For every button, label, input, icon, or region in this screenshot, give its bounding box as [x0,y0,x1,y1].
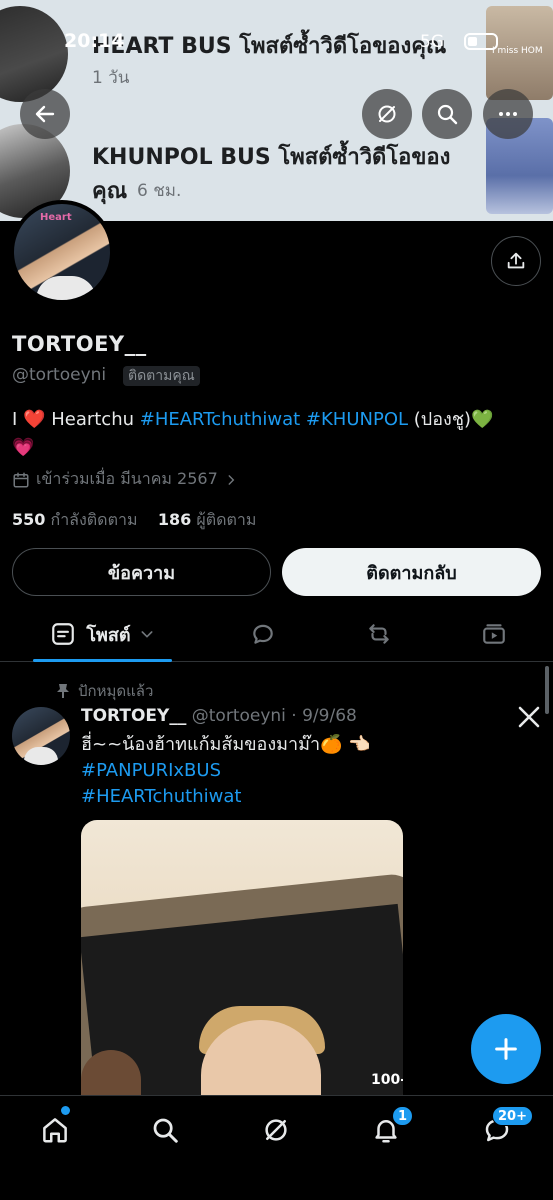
tab-reposts[interactable] [352,606,406,662]
avatar-caption: Heart [40,212,72,223]
back-button[interactable] [20,89,70,139]
more-icon [499,112,517,116]
x-logo-icon [518,706,540,728]
search-icon [437,104,458,125]
follow-back-button[interactable]: ติดตามกลับ [282,548,541,596]
tab-replies[interactable] [236,606,290,662]
reply-icon [253,624,273,644]
search-icon [153,1118,178,1143]
repost-icon [369,624,389,644]
messages-badge: 20+ [492,1106,533,1126]
bio-emoji: 💚 [471,409,494,430]
more-options-button[interactable] [483,89,533,139]
profile-tabs: โพสต์ [0,606,553,662]
tab-media[interactable] [467,606,521,662]
joined-date[interactable]: เข้าร่วมเมื่อ มีนาคม 2567 [12,467,238,492]
home-icon [43,1118,67,1143]
notifications-badge: 1 [392,1106,414,1126]
bio-emoji: 💗 [12,437,35,458]
profile-name: TORTOEY__ [12,332,147,356]
pinned-label: ปักหมุดแล้ว [56,679,153,703]
share-button[interactable] [491,236,541,286]
post-hashtag-link[interactable]: #HEARTchuthiwat [81,784,371,810]
notification-time: 1 วัน [92,68,130,88]
bio-text: Heartchu [51,409,135,430]
post-hashtag-link[interactable]: #PANPURIxBUS [81,758,371,784]
notification-text: KHUNPOL BUS โพสต์ซ้ำวิดีโอของ [92,145,451,170]
grok-icon [265,1119,287,1141]
home-notification-dot [61,1106,70,1115]
media-icon [483,624,505,644]
compose-post-button[interactable] [471,1014,541,1084]
search-button[interactable] [422,89,472,139]
follows-you-badge: ติดตามคุณ [123,366,200,386]
avatar-detail [36,276,96,300]
calendar-icon [13,472,29,487]
tab-posts[interactable]: โพสต์ [33,606,172,662]
plus-icon [495,1038,517,1060]
notification-text: HEART BUS โพสต์ซ้ำวิดีโอของคุณ [92,34,447,59]
joined-text: เข้าร่วมเมื่อ มีนาคม 2567 [36,469,218,488]
nav-search[interactable] [138,1110,192,1150]
bio-hashtag-link[interactable]: #HEARTchuthiwat [140,409,300,430]
battery-icon [464,33,498,50]
nav-messages[interactable]: 20+ [470,1106,533,1150]
status-time: 20:14 [64,30,125,52]
avatar-detail [24,747,58,765]
followers-link[interactable]: 186 ผู้ติดตาม [158,510,257,529]
grok-button[interactable] [362,89,412,139]
pinned-text: ปักหมุดแล้ว [78,682,154,700]
arrow-left-icon [35,105,55,123]
notification-thumbnail: I miss HOM [486,6,553,100]
nav-notifications[interactable]: 1 [359,1106,414,1150]
active-tab-indicator [33,659,172,662]
tab-posts-label: โพสต์ [86,624,131,646]
profile-avatar[interactable]: Heart [10,200,114,304]
post-author-avatar[interactable] [12,707,70,765]
profile-handle: @tortoeyni [12,365,107,385]
post-author-meta: @tortoeyni · 9/9/68 [191,706,357,726]
post-author-name[interactable]: TORTOEY__ [81,706,186,726]
posts-icon [52,623,75,645]
following-count: 550 [12,510,46,529]
followers-count: 186 [157,510,192,529]
chevron-down-icon [141,631,153,638]
post-media-image[interactable]: 100- [81,820,403,1110]
profile-banner: HEART BUS โพสต์ซ้ำวิดีโอของคุณ 1 วัน I m… [0,0,553,221]
bio-hashtag-link[interactable]: #KHUNPOL [306,409,408,430]
media-caption: 100- [371,1072,403,1088]
followers-label: ผู้ติดตาม [196,510,257,529]
notification-text-line2: คุณ [92,179,128,204]
message-button[interactable]: ข้อความ [12,548,271,596]
nav-home[interactable] [28,1106,82,1150]
scrollbar[interactable] [545,666,549,714]
pin-icon [57,684,69,698]
following-label: กำลังติดตาม [50,510,138,529]
grok-icon [378,105,396,123]
bio-text: I [12,409,18,430]
following-link[interactable]: 550 กำลังติดตาม [12,510,138,529]
notification-time: 6 ชม. [137,181,182,201]
network-indicator: 5G [420,32,444,52]
follow-counts: 550 กำลังติดตาม 186 ผู้ติดตาม [12,508,256,533]
post-text: ฮี่~~น้องฮ้าทแก้มส้มของมาม๊า🍊 👈🏻 [81,734,371,755]
profile-bio: I ❤️ Heartchu #HEARTchuthiwat #KHUNPOL (… [12,406,542,462]
share-icon [507,252,525,269]
chevron-right-icon [228,474,235,485]
post-header: TORTOEY__ @tortoeyni · 9/9/68 [81,706,357,726]
bio-text: (ปองชู) [413,409,472,430]
notification-thumbnail-caption: I miss HOM [492,46,543,56]
post-body: ฮี่~~น้องฮ้าทแก้มส้มของมาม๊า🍊 👈🏻 #PANPUR… [81,732,371,810]
bottom-navigation: 1 20+ [0,1095,553,1200]
nav-grok[interactable] [249,1110,303,1150]
notification-avatar [0,6,68,102]
bio-emoji: ❤️ [23,409,46,430]
